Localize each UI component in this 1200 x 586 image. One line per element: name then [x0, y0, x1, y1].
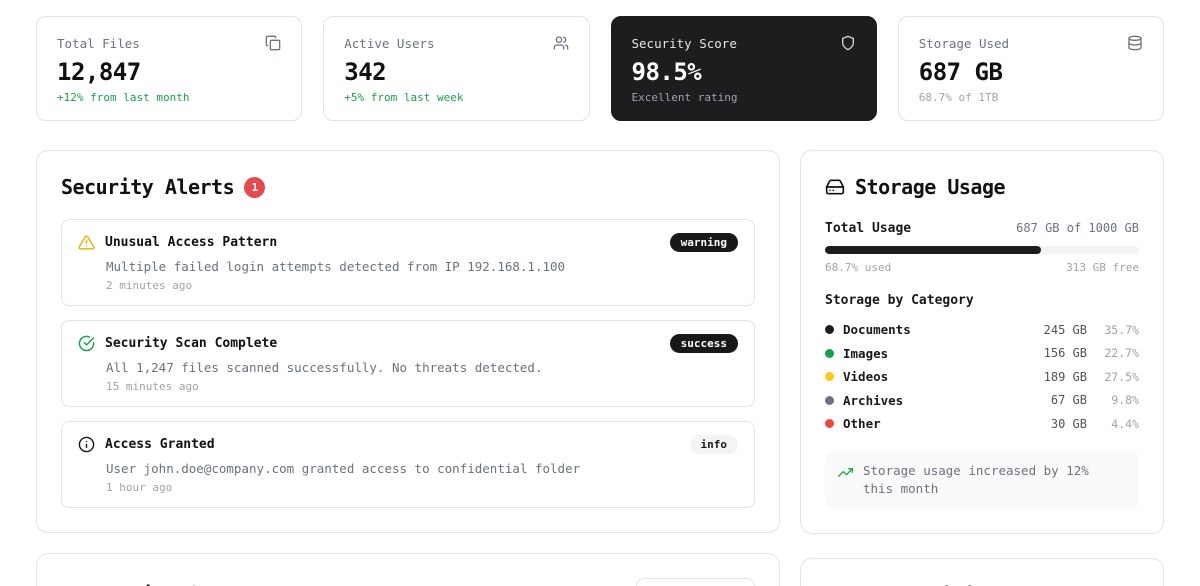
category-list: Documents 245 GB 35.7% Images 156 GB 22.…: [825, 318, 1139, 436]
alert-description: All 1,247 files scanned successfully. No…: [106, 360, 738, 375]
left-column: Security Alerts 1 Unusual Access Pattern…: [36, 150, 780, 586]
alert-description: User john.doe@company.com granted access…: [106, 461, 738, 476]
stat-subtext: 68.7% of 1TB: [919, 91, 1143, 104]
storage-trend-note: Storage usage increased by 12% this mont…: [825, 451, 1139, 509]
category-name: Other: [843, 416, 1021, 431]
storage-by-category-title: Storage by Category: [825, 293, 1139, 308]
stat-card-security-score: Security Score 98.5% Excellent rating: [611, 16, 877, 121]
alert-description: Multiple failed login attempts detected …: [106, 259, 738, 274]
category-size: 189 GB: [1021, 370, 1087, 384]
stat-label: Security Score: [632, 36, 737, 51]
users-icon: [553, 35, 569, 51]
shield-icon: [840, 35, 856, 51]
alert-count-badge: 1: [244, 177, 265, 198]
check-circle-icon: [78, 335, 95, 352]
right-column: Storage Usage Total Usage 687 GB of 1000…: [800, 150, 1164, 586]
alert-item-scan-complete: Security Scan Complete success All 1,247…: [61, 320, 755, 407]
category-size: 245 GB: [1021, 323, 1087, 337]
category-percent: 9.8%: [1087, 393, 1139, 407]
alert-badge-info: info: [690, 435, 739, 454]
alert-timestamp: 1 hour ago: [106, 481, 738, 494]
total-usage-value: 687 GB of 1000 GB: [1016, 221, 1139, 235]
stat-subtext: Excellent rating: [632, 91, 856, 104]
category-name: Documents: [843, 322, 1021, 337]
alert-title: Unusual Access Pattern: [105, 235, 660, 250]
category-row-images: Images 156 GB 22.7%: [825, 342, 1139, 366]
alert-badge-success: success: [670, 334, 738, 353]
stats-row: Total Files 12,847 +12% from last month …: [36, 16, 1164, 121]
warning-triangle-icon: [78, 234, 95, 251]
files-icon: [265, 35, 281, 51]
stat-value: 98.5%: [632, 58, 856, 86]
category-name: Videos: [843, 369, 1021, 384]
category-row-other: Other 30 GB 4.4%: [825, 412, 1139, 436]
category-percent: 27.5%: [1087, 370, 1139, 384]
category-row-documents: Documents 245 GB 35.7%: [825, 318, 1139, 342]
alert-title: Access Granted: [105, 437, 680, 452]
free-space-label: 313 GB free: [1066, 261, 1139, 274]
processing-queue-card: Processing Queue Pause All: [36, 553, 780, 586]
stat-subtext: +5% from last week: [344, 91, 568, 104]
category-percent: 35.7%: [1087, 323, 1139, 337]
processing-queue-title: Processing Queue: [61, 582, 246, 586]
category-row-videos: Videos 189 GB 27.5%: [825, 365, 1139, 389]
category-size: 67 GB: [1021, 393, 1087, 407]
hard-drive-icon: [825, 177, 845, 197]
category-size: 156 GB: [1021, 346, 1087, 360]
category-color-dot: [825, 349, 834, 358]
pause-all-button[interactable]: Pause All: [636, 578, 755, 586]
storage-usage-card: Storage Usage Total Usage 687 GB of 1000…: [800, 150, 1164, 534]
stat-label: Active Users: [344, 36, 434, 51]
storage-usage-heading: Storage Usage: [825, 175, 1139, 199]
stat-card-active-users: Active Users 342 +5% from last week: [323, 16, 589, 121]
category-name: Images: [843, 346, 1021, 361]
info-circle-icon: [78, 436, 95, 453]
stat-value: 12,847: [57, 58, 281, 86]
stat-label: Total Files: [57, 36, 140, 51]
total-usage-label: Total Usage: [825, 221, 911, 236]
category-size: 30 GB: [1021, 417, 1087, 431]
alert-title: Security Scan Complete: [105, 336, 660, 351]
security-alerts-heading: Security Alerts 1: [61, 175, 755, 199]
alert-timestamp: 2 minutes ago: [106, 279, 738, 292]
security-alerts-title: Security Alerts: [61, 175, 234, 199]
category-color-dot: [825, 325, 834, 334]
category-color-dot: [825, 419, 834, 428]
storage-progress-fill: [825, 246, 1041, 254]
stat-card-storage-used: Storage Used 687 GB 68.7% of 1TB: [898, 16, 1164, 121]
alert-item-unusual-access: Unusual Access Pattern warning Multiple …: [61, 219, 755, 306]
database-icon: [1127, 35, 1143, 51]
trend-note-text: Storage usage increased by 12% this mont…: [863, 462, 1126, 498]
storage-progress-bar: [825, 246, 1139, 254]
stat-subtext: +12% from last month: [57, 91, 281, 104]
alert-timestamp: 15 minutes ago: [106, 380, 738, 393]
dashboard-page: Total Files 12,847 +12% from last month …: [0, 0, 1200, 586]
category-color-dot: [825, 372, 834, 381]
stat-card-total-files: Total Files 12,847 +12% from last month: [36, 16, 302, 121]
alerts-list: Unusual Access Pattern warning Multiple …: [61, 219, 755, 508]
category-row-archives: Archives 67 GB 9.8%: [825, 389, 1139, 413]
category-percent: 4.4%: [1087, 417, 1139, 431]
security-alerts-card: Security Alerts 1 Unusual Access Pattern…: [36, 150, 780, 533]
stat-value: 687 GB: [919, 58, 1143, 86]
recent-activity-card: Recent Activity: [800, 558, 1164, 586]
stat-value: 342: [344, 58, 568, 86]
category-name: Archives: [843, 393, 1021, 408]
category-color-dot: [825, 396, 834, 405]
alert-badge-warning: warning: [670, 233, 738, 252]
percent-used-label: 68.7% used: [825, 261, 891, 274]
storage-usage-title: Storage Usage: [855, 175, 1005, 199]
stat-label: Storage Used: [919, 36, 1009, 51]
category-percent: 22.7%: [1087, 346, 1139, 360]
trending-up-icon: [838, 465, 853, 480]
alert-item-access-granted: Access Granted info User john.doe@compan…: [61, 421, 755, 508]
